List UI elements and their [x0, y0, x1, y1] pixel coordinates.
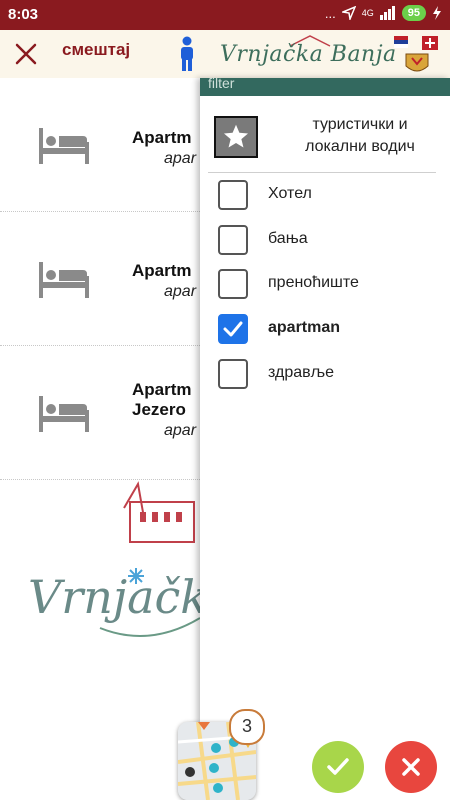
checkbox[interactable] — [218, 269, 248, 299]
guide-label[interactable]: туристички и локални водич — [280, 114, 440, 158]
bed-icon — [39, 396, 89, 432]
filter-option-label: здравље — [268, 364, 335, 381]
filter-option-label: Хотел — [268, 185, 312, 202]
list-item[interactable]: Apartm apar — [0, 212, 200, 346]
list-item[interactable]: Apartm apar — [0, 78, 200, 212]
close-icon[interactable] — [10, 38, 42, 70]
filter-option-health[interactable]: здравље — [218, 359, 438, 391]
status-time: 8:03 — [8, 6, 39, 23]
person-icon[interactable] — [178, 36, 196, 72]
checkmark-icon — [223, 321, 243, 337]
filter-option-label: бања — [268, 230, 308, 247]
town-logo: Vrnjačk — [28, 481, 200, 637]
check-icon — [327, 758, 349, 775]
filter-option-spa[interactable]: бања — [218, 225, 438, 257]
close-icon — [402, 758, 420, 776]
filter-heading: filter — [208, 75, 235, 91]
list-item-name: Apartm — [132, 380, 192, 399]
list-item-name: Apartm — [132, 128, 192, 147]
list-item-name: Apartm — [132, 261, 192, 280]
cancel-button[interactable] — [385, 741, 437, 793]
town-logo-text: Vrnjačk — [28, 570, 200, 624]
list-item-name-line2: Jezero — [132, 400, 186, 419]
battery-badge: 95 — [401, 5, 426, 21]
checkbox[interactable] — [218, 225, 248, 255]
map-count-badge: 3 — [229, 709, 265, 745]
filter-option-apartman[interactable]: apartman — [218, 314, 438, 346]
network-label: 4G — [361, 8, 374, 18]
filter-drawer: filter туристички и локални водич Хотел … — [200, 75, 450, 800]
filter-option-label: apartman — [268, 319, 341, 336]
filter-option-label: преноћиште — [268, 274, 359, 291]
location-icon — [341, 6, 356, 20]
filter-header: filter — [200, 75, 450, 96]
status-icons: ... 4G 95 — [325, 5, 442, 21]
list-item-subtitle: apar — [164, 422, 197, 439]
status-dots: ... — [324, 5, 336, 21]
signal-icon — [379, 6, 395, 20]
filter-option-lodging[interactable]: преноћиште — [218, 269, 438, 301]
apply-button[interactable] — [312, 741, 364, 793]
guide-toggle[interactable] — [214, 116, 258, 158]
accommodation-list: Apartm apar Apartm apar Apartm Jezero ap… — [0, 78, 200, 800]
checkbox-checked[interactable] — [218, 314, 248, 344]
checkbox[interactable] — [218, 359, 248, 389]
app-bar: смештај Vrnjačka Banja — [0, 30, 450, 79]
bed-icon — [39, 128, 89, 164]
page-title: смештај — [62, 40, 131, 59]
list-item[interactable]: Apartm Jezero apar — [0, 346, 200, 480]
brand-name: Vrnjačka Banja — [220, 42, 397, 67]
filter-option-hotel[interactable]: Хотел — [218, 180, 438, 212]
filter-divider — [208, 172, 436, 173]
status-bar: 8:03 ... 4G 95 — [0, 0, 450, 30]
coat-of-arms-icon — [394, 36, 438, 72]
list-item-subtitle: apar — [164, 150, 197, 167]
bed-icon — [39, 262, 89, 298]
charging-icon — [433, 6, 441, 20]
brand-logo: Vrnjačka Banja — [220, 34, 396, 74]
list-item-subtitle: apar — [164, 283, 197, 300]
star-icon — [223, 124, 249, 148]
checkbox[interactable] — [218, 180, 248, 210]
